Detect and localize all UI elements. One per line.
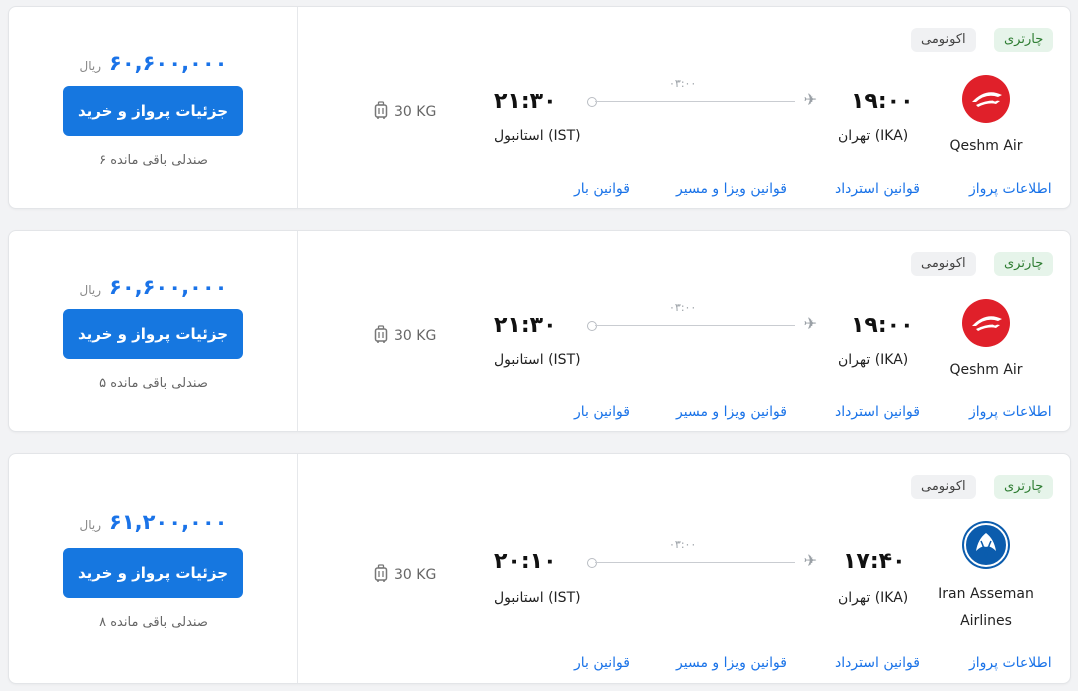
- currency-label: ریال: [79, 283, 101, 297]
- price-value: ۶۱,۲۰۰,۰۰۰: [109, 510, 228, 534]
- flight-duration: ۰۳:۰۰: [669, 538, 697, 551]
- currency-label: ریال: [79, 59, 101, 73]
- flight-card: ریال ۶۰,۶۰۰,۰۰۰ جزئیات پرواز و خرید ۶ صن…: [8, 6, 1071, 209]
- route-connector: [595, 101, 795, 102]
- flight-duration: ۰۳:۰۰: [669, 301, 697, 314]
- flight-details-buy-button[interactable]: جزئیات پرواز و خرید: [63, 86, 243, 136]
- suitcase-icon: [374, 564, 388, 586]
- airplane-icon: ✈: [803, 314, 817, 333]
- link-visa-rules[interactable]: قوانین ویزا و مسیر: [676, 181, 787, 197]
- flight-details-buy-button[interactable]: جزئیات پرواز و خرید: [63, 309, 243, 359]
- price-value: ۶۰,۶۰۰,۰۰۰: [109, 51, 228, 75]
- suitcase-icon: [374, 325, 388, 347]
- price-column: ریال ۶۰,۶۰۰,۰۰۰ جزئیات پرواز و خرید ۵ صن…: [9, 231, 298, 431]
- currency-label: ریال: [79, 518, 101, 532]
- qeshm-air-logo: [962, 299, 1010, 347]
- price-line: ریال ۶۱,۲۰۰,۰۰۰: [9, 510, 298, 534]
- iran-asseman-logo: [962, 521, 1010, 569]
- baggage-weight: 30 KG: [394, 567, 437, 583]
- price-line: ریال ۶۰,۶۰۰,۰۰۰: [9, 275, 298, 299]
- link-flight-info[interactable]: اطلاعات پرواز: [969, 181, 1052, 197]
- charter-badge: چارتری: [994, 252, 1054, 276]
- origin-city: تهران (IKA): [838, 590, 909, 606]
- price-value: ۶۰,۶۰۰,۰۰۰: [109, 275, 228, 299]
- link-refund-rules[interactable]: قوانین استرداد: [835, 404, 920, 420]
- route-line: ✈: [587, 316, 817, 332]
- seats-remaining: ۵ صندلی باقی مانده: [99, 376, 208, 391]
- baggage-weight: 30 KG: [394, 328, 437, 344]
- link-flight-info[interactable]: اطلاعات پرواز: [969, 655, 1052, 671]
- price-line: ریال ۶۰,۶۰۰,۰۰۰: [9, 51, 298, 75]
- airline-name-line1: Qeshm Air: [949, 362, 1023, 378]
- destination-city: استانبول (IST): [494, 352, 581, 368]
- arrival-time: ۲۱:۳۰: [494, 89, 557, 114]
- departure-time: ۱۹:۰۰: [851, 313, 914, 338]
- qeshm-air-logo: [962, 75, 1010, 123]
- route-end-dot: [587, 97, 597, 107]
- class-badge: اکونومی: [911, 475, 976, 499]
- baggage-allowance: 30 KG: [374, 101, 436, 123]
- baggage-allowance: 30 KG: [374, 325, 436, 347]
- link-flight-info[interactable]: اطلاعات پرواز: [969, 404, 1052, 420]
- suitcase-icon: [374, 101, 388, 123]
- link-refund-rules[interactable]: قوانین استرداد: [835, 655, 920, 671]
- route-end-dot: [587, 558, 597, 568]
- charter-badge: چارتری: [994, 475, 1054, 499]
- airline-name-line1: Iran Asseman: [938, 586, 1034, 602]
- seats-remaining: ۸ صندلی باقی مانده: [99, 615, 208, 630]
- arrival-time: ۲۱:۳۰: [494, 313, 557, 338]
- airline-name-line2: Airlines: [960, 613, 1012, 629]
- link-visa-rules[interactable]: قوانین ویزا و مسیر: [676, 404, 787, 420]
- airline-name-line1: Qeshm Air: [949, 138, 1023, 154]
- flight-details-buy-button[interactable]: جزئیات پرواز و خرید: [63, 548, 243, 598]
- seats-remaining: ۶ صندلی باقی مانده: [99, 153, 208, 168]
- link-refund-rules[interactable]: قوانین استرداد: [835, 181, 920, 197]
- origin-city: تهران (IKA): [838, 128, 909, 144]
- baggage-weight: 30 KG: [394, 104, 437, 120]
- airplane-icon: ✈: [803, 551, 817, 570]
- route-connector: [595, 562, 795, 563]
- airline-name: Iran Asseman Airlines: [926, 581, 1046, 635]
- class-badge: اکونومی: [911, 252, 976, 276]
- link-baggage-rules[interactable]: قوانین بار: [574, 181, 630, 197]
- airline-name: Qeshm Air: [926, 357, 1046, 384]
- airline-name: Qeshm Air: [926, 133, 1046, 160]
- route-end-dot: [587, 321, 597, 331]
- link-baggage-rules[interactable]: قوانین بار: [574, 655, 630, 671]
- airplane-icon: ✈: [803, 90, 817, 109]
- departure-time: ۱۷:۴۰: [843, 549, 906, 574]
- link-visa-rules[interactable]: قوانین ویزا و مسیر: [676, 655, 787, 671]
- class-badge: اکونومی: [911, 28, 976, 52]
- route-connector: [595, 325, 795, 326]
- destination-city: استانبول (IST): [494, 590, 581, 606]
- arrival-time: ۲۰:۱۰: [494, 549, 557, 574]
- charter-badge: چارتری: [994, 28, 1054, 52]
- baggage-allowance: 30 KG: [374, 564, 436, 586]
- link-baggage-rules[interactable]: قوانین بار: [574, 404, 630, 420]
- route-line: ✈: [587, 553, 817, 569]
- price-column: ریال ۶۱,۲۰۰,۰۰۰ جزئیات پرواز و خرید ۸ صن…: [9, 454, 298, 683]
- destination-city: استانبول (IST): [494, 128, 581, 144]
- price-column: ریال ۶۰,۶۰۰,۰۰۰ جزئیات پرواز و خرید ۶ صن…: [9, 7, 298, 208]
- departure-time: ۱۹:۰۰: [851, 89, 914, 114]
- route-line: ✈: [587, 92, 817, 108]
- flight-card: ریال ۶۱,۲۰۰,۰۰۰ جزئیات پرواز و خرید ۸ صن…: [8, 453, 1071, 684]
- flight-duration: ۰۳:۰۰: [669, 77, 697, 90]
- flight-card: ریال ۶۰,۶۰۰,۰۰۰ جزئیات پرواز و خرید ۵ صن…: [8, 230, 1071, 432]
- origin-city: تهران (IKA): [838, 352, 909, 368]
